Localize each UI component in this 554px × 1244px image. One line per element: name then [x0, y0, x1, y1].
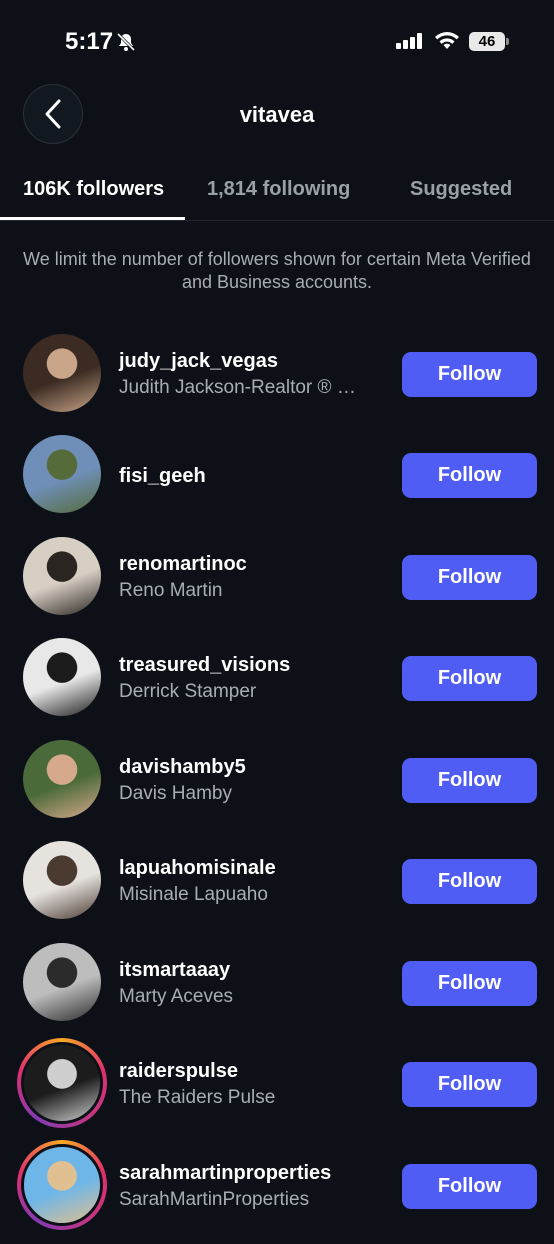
tab-followers[interactable]: 106K followers [23, 178, 164, 201]
avatar[interactable] [23, 943, 101, 1021]
follow-button[interactable]: Follow [402, 1164, 537, 1209]
list-item[interactable]: itsmartaaay Marty Aceves Follow [0, 941, 554, 1041]
follow-button[interactable]: Follow [402, 656, 537, 701]
username[interactable]: raiderspulse [119, 1060, 238, 1083]
follow-button[interactable]: Follow [402, 859, 537, 904]
status-bar: 5:17 46 [0, 0, 554, 80]
list-item[interactable]: lapuahomisinale Misinale Lapuaho Follow [0, 839, 554, 939]
full-name: Judith Jackson-Realtor ® … [119, 377, 356, 398]
avatar[interactable] [23, 435, 101, 513]
page-title: vitavea [239, 102, 315, 127]
list-item[interactable]: judy_jack_vegas Judith Jackson-Realtor ® … [0, 332, 554, 432]
follow-button[interactable]: Follow [402, 453, 537, 498]
status-time: 5:17 [65, 28, 114, 55]
battery-indicator: 46 [469, 32, 505, 51]
follow-button[interactable]: Follow [402, 555, 537, 600]
avatar[interactable] [17, 1038, 107, 1128]
avatar[interactable] [23, 740, 101, 818]
list-item[interactable]: fisi_geeh Follow [0, 433, 554, 533]
avatar[interactable] [17, 1140, 107, 1230]
wifi-icon [435, 32, 459, 49]
full-name: Marty Aceves [119, 986, 234, 1007]
username[interactable]: lapuahomisinale [119, 857, 276, 880]
list-item[interactable]: renomartinoc Reno Martin Follow [0, 535, 554, 635]
follow-button[interactable]: Follow [402, 352, 537, 397]
username[interactable]: fisi_geeh [119, 465, 206, 488]
avatar[interactable] [23, 841, 101, 919]
username[interactable]: sarahmartinproperties [119, 1162, 331, 1185]
tab-suggested[interactable]: Suggested [410, 178, 512, 201]
list-item[interactable]: sarahmartinproperties SarahMartinProperti… [0, 1140, 554, 1244]
list-item[interactable]: raiderspulse The Raiders Pulse Follow [0, 1038, 554, 1142]
username[interactable]: renomartinoc [119, 553, 247, 576]
battery-cap [506, 38, 509, 45]
username[interactable]: davishamby5 [119, 756, 246, 779]
tab-bar: 106K followers 1,814 following Suggested [0, 160, 554, 221]
bell-slash-icon [116, 32, 136, 52]
follower-limit-notice: We limit the number of followers shown f… [23, 249, 531, 292]
full-name: Davis Hamby [119, 783, 232, 804]
full-name: The Raiders Pulse [119, 1087, 276, 1108]
follow-button[interactable]: Follow [402, 961, 537, 1006]
header: vitavea [0, 84, 554, 144]
username[interactable]: judy_jack_vegas [119, 350, 278, 373]
active-tab-indicator [0, 217, 185, 220]
full-name: Reno Martin [119, 580, 223, 601]
full-name: Misinale Lapuaho [119, 884, 268, 905]
cellular-signal-icon [396, 33, 422, 49]
list-item[interactable]: treasured_visions Derrick Stamper Follow [0, 636, 554, 736]
avatar[interactable] [23, 537, 101, 615]
follow-button[interactable]: Follow [402, 1062, 537, 1107]
avatar[interactable] [23, 638, 101, 716]
full-name: SarahMartinProperties [119, 1189, 310, 1210]
username[interactable]: treasured_visions [119, 654, 290, 677]
avatar[interactable] [23, 334, 101, 412]
follow-button[interactable]: Follow [402, 758, 537, 803]
tab-following[interactable]: 1,814 following [207, 178, 350, 201]
username[interactable]: itsmartaaay [119, 959, 230, 982]
list-item[interactable]: davishamby5 Davis Hamby Follow [0, 738, 554, 838]
full-name: Derrick Stamper [119, 681, 257, 702]
